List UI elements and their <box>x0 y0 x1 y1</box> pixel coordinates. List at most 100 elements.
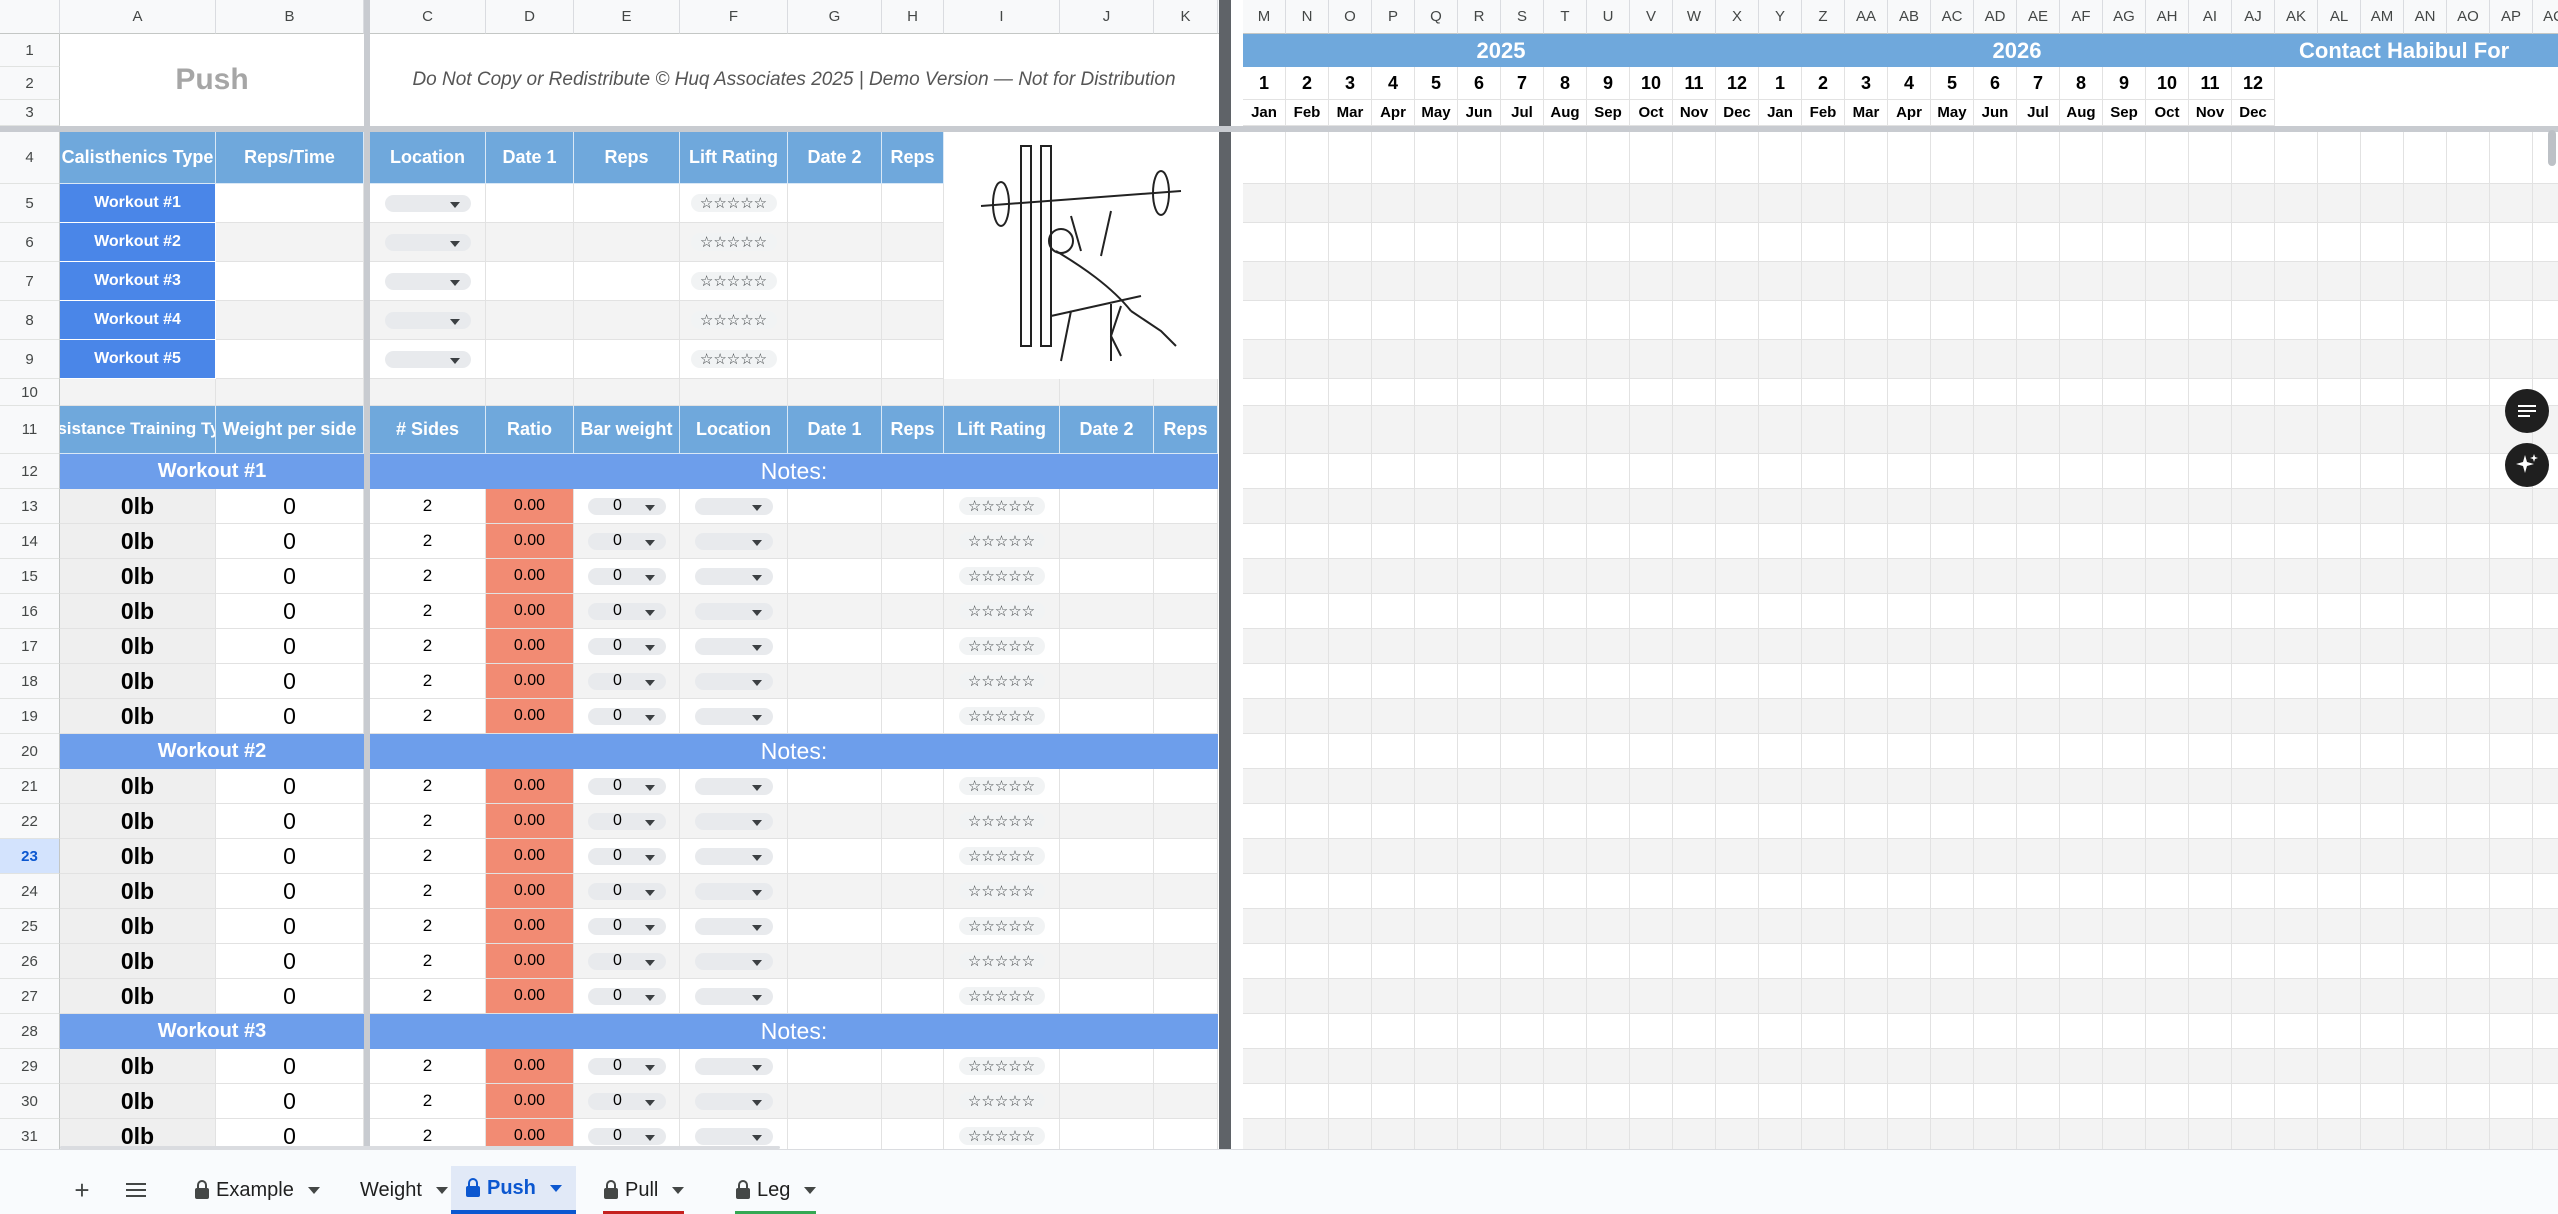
grid-cell[interactable] <box>788 699 882 734</box>
grid-cell[interactable] <box>2447 629 2490 664</box>
location-cell[interactable] <box>680 699 788 734</box>
grid-cell[interactable] <box>1286 944 1329 979</box>
grid-cell[interactable] <box>1845 489 1888 524</box>
bar-weight-dropdown[interactable]: 0 <box>587 1057 666 1075</box>
sides-count[interactable]: 2 <box>370 524 486 559</box>
grid-cell[interactable] <box>1372 340 1415 379</box>
grid-cell[interactable] <box>1759 699 1802 734</box>
grid-cell[interactable] <box>2103 559 2146 594</box>
grid-cell[interactable] <box>1060 839 1154 874</box>
grid-cell[interactable] <box>1154 629 1218 664</box>
grid-cell[interactable] <box>2447 909 2490 944</box>
grid-cell[interactable] <box>1544 839 1587 874</box>
grid-cell[interactable] <box>1544 406 1587 454</box>
grid-cell[interactable] <box>2146 223 2189 262</box>
grid-cell[interactable] <box>1630 804 1673 839</box>
weight-per-side[interactable]: 0 <box>216 699 364 734</box>
bar-weight-dropdown[interactable]: 0 <box>587 707 666 725</box>
grid-cell[interactable] <box>370 340 486 379</box>
all-sheets-button[interactable] <box>120 1174 152 1206</box>
grid-cell[interactable] <box>1759 379 1802 406</box>
sheet-tab-example[interactable]: Example <box>194 1166 320 1214</box>
row-header[interactable]: 8 <box>0 301 60 340</box>
grid-cell[interactable] <box>882 874 944 909</box>
grid-cell[interactable] <box>2017 262 2060 301</box>
row-header[interactable]: 17 <box>0 629 60 664</box>
location-dropdown[interactable] <box>694 1127 773 1145</box>
column-header[interactable]: AL <box>2318 0 2361 34</box>
grid-cell[interactable] <box>2060 629 2103 664</box>
location-dropdown[interactable] <box>694 1057 773 1075</box>
grid-cell[interactable] <box>2189 132 2232 184</box>
grid-cell[interactable] <box>1845 594 1888 629</box>
grid-cell[interactable] <box>1544 301 1587 340</box>
grid-cell[interactable] <box>788 262 882 301</box>
grid-cell[interactable] <box>2017 559 2060 594</box>
grid-cell[interactable] <box>2533 804 2558 839</box>
bar-weight-cell[interactable]: 0 <box>574 1084 680 1119</box>
lift-rating-cell[interactable]: ☆☆☆☆☆ <box>944 1084 1060 1119</box>
grid-cell[interactable] <box>1060 524 1154 559</box>
grid-cell[interactable] <box>1501 839 1544 874</box>
grid-cell[interactable]: ☆☆☆☆☆ <box>680 301 788 340</box>
grid-cell[interactable] <box>1329 769 1372 804</box>
grid-cell[interactable] <box>1415 839 1458 874</box>
location-dropdown[interactable] <box>694 672 773 690</box>
grid-cell[interactable] <box>2490 340 2533 379</box>
grid-cell[interactable] <box>1329 223 1372 262</box>
grid-cell[interactable] <box>2318 301 2361 340</box>
location-dropdown[interactable] <box>694 882 773 900</box>
column-header[interactable]: T <box>1544 0 1587 34</box>
grid-cell[interactable] <box>370 262 486 301</box>
sides-count[interactable]: 2 <box>370 874 486 909</box>
grid-cell[interactable] <box>1974 979 2017 1014</box>
grid-cell[interactable] <box>2146 1014 2189 1049</box>
grid-cell[interactable] <box>1716 223 1759 262</box>
grid-cell[interactable] <box>1759 1014 1802 1049</box>
grid-cell[interactable] <box>1802 874 1845 909</box>
grid-cell[interactable] <box>1415 340 1458 379</box>
grid-cell[interactable] <box>2060 699 2103 734</box>
lift-rating-stars[interactable]: ☆☆☆☆☆ <box>690 272 777 290</box>
grid-cell[interactable] <box>2275 132 2318 184</box>
location-dropdown[interactable] <box>694 847 773 865</box>
grid-cell[interactable] <box>2146 262 2189 301</box>
grid-cell[interactable] <box>1974 132 2017 184</box>
grid-cell[interactable] <box>788 839 882 874</box>
grid-cell[interactable] <box>1716 379 1759 406</box>
grid-cell[interactable] <box>2361 184 2404 223</box>
grid-cell[interactable] <box>1501 979 1544 1014</box>
grid-cell[interactable] <box>1802 184 1845 223</box>
grid-cell[interactable] <box>2232 664 2275 699</box>
grid-cell[interactable] <box>1630 1119 1673 1149</box>
grid-cell[interactable] <box>1716 1084 1759 1119</box>
grid-cell[interactable] <box>1630 454 1673 489</box>
grid-cell[interactable] <box>1243 769 1286 804</box>
grid-cell[interactable] <box>2361 379 2404 406</box>
grid-cell[interactable] <box>1931 301 1974 340</box>
grid-cell[interactable] <box>2318 132 2361 184</box>
grid-cell[interactable] <box>1544 132 1587 184</box>
grid-cell[interactable] <box>1415 1119 1458 1149</box>
lift-rating-stars[interactable]: ☆☆☆☆☆ <box>958 532 1045 550</box>
grid-cell[interactable] <box>2404 839 2447 874</box>
frozen-column-divider[interactable] <box>1219 0 1231 1149</box>
grid-cell[interactable] <box>1544 734 1587 769</box>
grid-cell[interactable] <box>1845 132 1888 184</box>
grid-cell[interactable] <box>1587 734 1630 769</box>
grid-cell[interactable] <box>2533 184 2558 223</box>
grid-cell[interactable] <box>1329 559 1372 594</box>
grid-cell[interactable] <box>2146 184 2189 223</box>
grid-cell[interactable] <box>2318 406 2361 454</box>
grid-cell[interactable] <box>1759 664 1802 699</box>
grid-cell[interactable] <box>1329 301 1372 340</box>
grid-cell[interactable] <box>1888 734 1931 769</box>
grid-cell[interactable] <box>1286 454 1329 489</box>
grid-cell[interactable] <box>2060 839 2103 874</box>
grid-cell[interactable] <box>1673 340 1716 379</box>
grid-cell[interactable] <box>2404 524 2447 559</box>
column-header[interactable]: AA <box>1845 0 1888 34</box>
location-dropdown[interactable] <box>694 497 773 515</box>
grid-cell[interactable] <box>1544 909 1587 944</box>
grid-cell[interactable] <box>1060 979 1154 1014</box>
